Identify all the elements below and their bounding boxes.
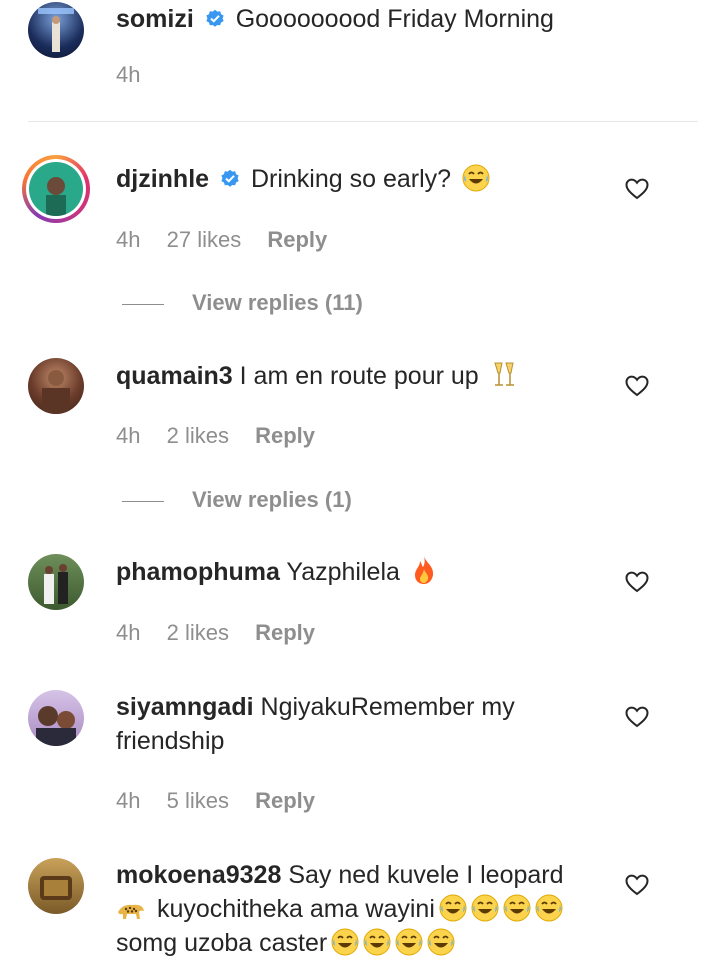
tears-of-joy-emoji-icon xyxy=(462,164,490,192)
clinking-glasses-emoji-icon xyxy=(493,362,514,386)
post-text: Gooooooood Friday Morning xyxy=(235,5,554,33)
heart-outline-icon[interactable] xyxy=(625,571,649,593)
tears-of-joy-emoji-icon xyxy=(427,928,455,956)
comment-text: phamophuma Yazphilela xyxy=(116,555,596,589)
heart-outline-icon[interactable] xyxy=(625,874,649,896)
comment-text: djzinhle Drinking so early? xyxy=(116,162,596,196)
avatar-image xyxy=(36,706,76,746)
comment-time: 4h xyxy=(116,423,141,448)
comment-meta: 4h 2 likes Reply xyxy=(116,423,335,449)
avatar-image xyxy=(38,8,74,52)
avatar-siyamngadi[interactable] xyxy=(28,690,84,746)
comment-body: Drinking so early? xyxy=(250,165,458,193)
comment-body: Yazphilela xyxy=(286,558,407,586)
comment-body: NgiyakuRemember my xyxy=(260,693,515,721)
avatar-phamophuma[interactable] xyxy=(28,554,84,610)
comment-username[interactable]: phamophuma xyxy=(116,558,280,586)
reply-button[interactable]: Reply xyxy=(255,423,315,448)
avatar-djzinhle[interactable] xyxy=(22,155,90,223)
reply-button[interactable]: Reply xyxy=(267,227,327,252)
view-replies-label: View replies (1) xyxy=(192,487,352,512)
comment-body-line3: somg uzoba caster xyxy=(116,929,328,957)
comment-username[interactable]: siyamngadi xyxy=(116,693,254,721)
avatar-image xyxy=(44,564,68,604)
comment-text: mokoena9328 Say ned kuvele I leopard kuy… xyxy=(116,858,596,960)
tears-of-joy-emoji-icon xyxy=(363,928,391,956)
comment-likes[interactable]: 2 likes xyxy=(167,423,229,448)
avatar-mokoena9328[interactable] xyxy=(28,858,84,914)
comment-body: Say ned kuvele I leopard xyxy=(288,861,564,889)
comment-time: 4h xyxy=(116,227,141,252)
view-replies-line xyxy=(122,500,164,502)
tears-of-joy-emoji-icon xyxy=(439,894,467,922)
comment-username[interactable]: mokoena9328 xyxy=(116,861,281,889)
comment-text: quamain3 I am en route pour up xyxy=(116,359,596,393)
heart-outline-icon[interactable] xyxy=(625,706,649,728)
heart-outline-icon[interactable] xyxy=(625,178,649,200)
avatar-image xyxy=(29,162,83,216)
avatar-image xyxy=(42,370,70,414)
reply-button[interactable]: Reply xyxy=(255,788,315,813)
comment-username[interactable]: djzinhle xyxy=(116,165,209,193)
leopard-emoji-icon xyxy=(118,904,144,919)
tears-of-joy-emoji-icon xyxy=(331,928,359,956)
comment-username[interactable]: quamain3 xyxy=(116,362,233,390)
comment-meta: 4h 27 likes Reply xyxy=(116,227,347,253)
comment-time: 4h xyxy=(116,788,141,813)
avatar-image xyxy=(40,876,72,900)
comment-time: 4h xyxy=(116,620,141,645)
divider xyxy=(28,121,698,122)
post-username[interactable]: somizi xyxy=(116,5,194,33)
comment-text: siyamngadi NgiyakuRemember my friendship xyxy=(116,690,596,758)
comment-body-line2: friendship xyxy=(116,727,225,755)
comment-meta: 4h 5 likes Reply xyxy=(116,788,335,814)
comment-body-line2: kuyochitheka ama wayini xyxy=(156,895,435,923)
heart-outline-icon[interactable] xyxy=(625,375,649,397)
tears-of-joy-emoji-icon xyxy=(471,894,499,922)
post-meta: 4h xyxy=(116,62,160,88)
tears-of-joy-emoji-icon xyxy=(395,928,423,956)
tears-of-joy-emoji-icon xyxy=(535,894,563,922)
comment-body: I am en route pour up xyxy=(239,362,486,390)
tears-of-joy-emoji-icon xyxy=(503,894,531,922)
avatar-quamain3[interactable] xyxy=(28,358,84,414)
verified-badge-icon xyxy=(205,9,225,29)
view-replies-label: View replies (11) xyxy=(192,290,363,315)
avatar-somizi[interactable] xyxy=(28,2,84,58)
post-time: 4h xyxy=(116,62,141,87)
verified-badge-icon xyxy=(220,169,240,189)
view-replies-button[interactable]: View replies (11) xyxy=(122,290,363,316)
view-replies-line xyxy=(122,303,164,305)
comment-likes[interactable]: 2 likes xyxy=(167,620,229,645)
comment-likes[interactable]: 27 likes xyxy=(167,227,242,252)
comment-meta: 4h 2 likes Reply xyxy=(116,620,335,646)
fire-emoji-icon xyxy=(414,556,433,584)
post-caption: somizi Gooooooood Friday Morning xyxy=(116,2,596,36)
view-replies-button[interactable]: View replies (1) xyxy=(122,487,352,513)
comment-likes[interactable]: 5 likes xyxy=(167,788,229,813)
reply-button[interactable]: Reply xyxy=(255,620,315,645)
